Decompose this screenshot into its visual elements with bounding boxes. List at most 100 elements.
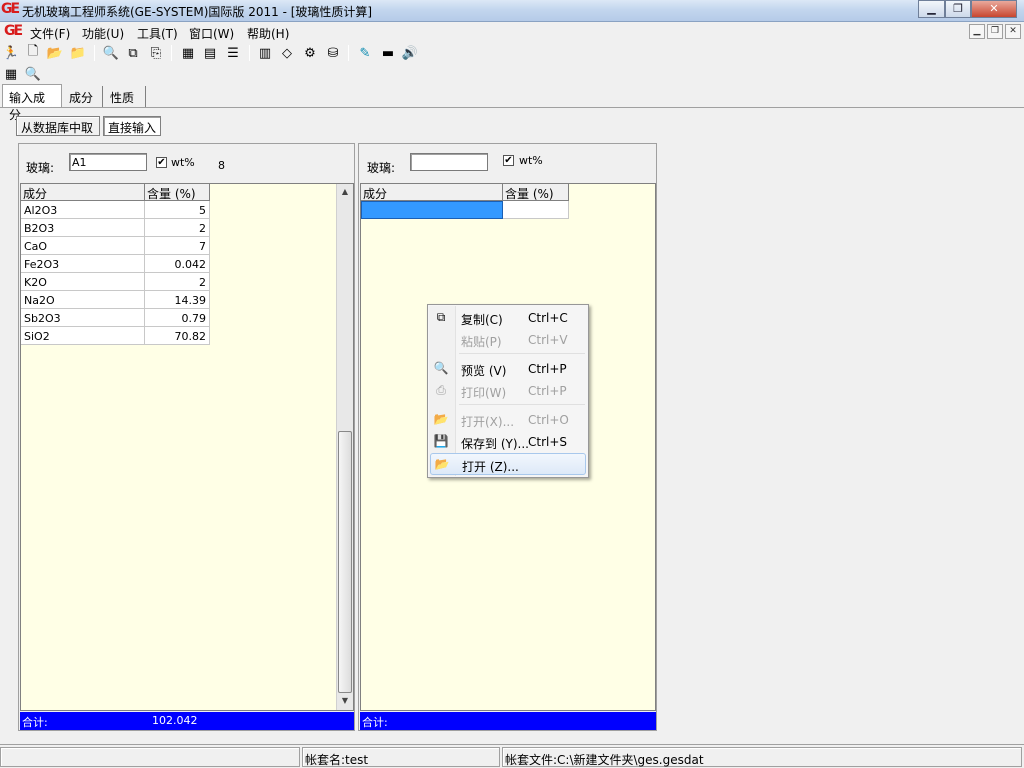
speaker-icon[interactable]: 🔊 [401,44,419,62]
run-icon[interactable]: 🏃 [2,44,20,62]
scroll-down-icon[interactable]: ▼ [337,693,353,709]
save-icon: 💾 [433,434,449,448]
menu-item-preview[interactable]: 🔍 预览 (V) Ctrl+P [430,358,586,380]
open-folder-icon: 📂 [433,412,449,426]
mdi-close-button[interactable]: ✕ [1005,24,1021,39]
scroll-up-icon[interactable]: ▲ [337,184,353,200]
wt-checkbox[interactable]: ✔ [503,155,514,166]
mdi-minimize-button[interactable]: ▁ [969,24,985,39]
table-row[interactable]: Sb2O3 [21,309,145,327]
close-button[interactable]: ✕ [971,0,1017,18]
mdi-logo-icon[interactable]: GE [4,23,23,39]
context-menu: ⧉ 复制(C) Ctrl+C 粘贴(P) Ctrl+V 🔍 预览 (V) Ctr… [427,304,589,478]
menu-item-copy[interactable]: ⧉ 复制(C) Ctrl+C [430,307,586,329]
table-cell[interactable]: 0.79 [145,309,210,327]
table-view-icon[interactable]: ▦ [2,65,20,83]
menu-bar: GE 文件(F) 功能(U) 工具(T) 窗口(W) 帮助(H) [0,22,1024,42]
table-row[interactable]: B2O3 [21,219,145,237]
glass-label: 玻璃: [367,161,396,175]
glass-name-input[interactable] [410,153,488,171]
table-cell[interactable]: 14.39 [145,291,210,309]
open-folder-icon: 📂 [434,457,450,471]
menu-tools[interactable]: 工具(T) [137,25,178,42]
menu-item-save-to[interactable]: 💾 保存到 (Y)... Ctrl+S [430,431,586,453]
tab-composition[interactable]: 成分 [63,86,103,108]
paste-icon [433,332,449,348]
database-export-icon[interactable]: ⎘ [147,44,165,62]
menu-window[interactable]: 窗口(W) [189,25,234,42]
table-cell[interactable]: 70.82 [145,327,210,345]
table-cell[interactable]: 2 [145,273,210,291]
column-header-component[interactable]: 成分 [21,184,145,201]
settings-doc-icon[interactable]: ⚙ [301,44,319,62]
database-search-icon[interactable]: 🔍 [102,44,120,62]
folder-icon[interactable]: 📁 [69,44,87,62]
eraser-icon[interactable]: ◇ [278,44,296,62]
database-copy-icon[interactable]: ⧉ [124,44,142,62]
left-composition-panel: 玻璃: A1 ✔ wt% 8 成分 含量 (%) Al2O3 5 B2O3 2 … [18,143,355,731]
table-row[interactable]: K2O [21,273,145,291]
main-toolbar: 🏃 🗋 📂 📁 🔍 ⧉ ⎘ ▦ ▤ ☰ ▥ ◇ ⚙ ⛁ ✎ ▬ 🔊 [0,42,1024,64]
new-file-icon[interactable]: 🗋 [24,44,42,62]
table-row[interactable]: Al2O3 [21,201,145,219]
table-cell[interactable]: 2 [145,219,210,237]
copy-icon: ⧉ [436,310,446,324]
menu-item-open-z[interactable]: 📂 打开 (Z)... [430,453,586,475]
table-cell[interactable] [503,201,569,219]
from-database-button[interactable]: 从数据库中取 [16,116,100,136]
printer-icon: ⎙ [436,383,446,397]
table-row[interactable]: Fe2O3 [21,255,145,273]
minimize-button[interactable]: ▁ [918,0,945,18]
total-label: 合计: [362,716,388,729]
stack-icon[interactable]: ☰ [224,44,242,62]
table-row[interactable]: CaO [21,237,145,255]
status-bar: 帐套名:test 帐套文件:C:\新建文件夹\ges.gesdat [0,744,1024,768]
open-folder-icon[interactable]: 📂 [46,44,64,62]
total-bar: 合计: [360,712,656,730]
menu-item-paste[interactable]: 粘贴(P) Ctrl+V [430,329,586,351]
database-icon[interactable]: ⛁ [324,44,342,62]
column-header-content[interactable]: 含量 (%) [145,184,210,201]
calculator-icon[interactable]: ▥ [256,44,274,62]
preview-icon: 🔍 [433,361,449,375]
column-header-component[interactable]: 成分 [361,184,503,201]
table-row[interactable]: SiO2 [21,327,145,345]
maximize-button[interactable]: ❐ [945,0,971,18]
scroll-thumb[interactable] [338,431,352,693]
selected-cell[interactable] [361,201,503,219]
table-cell[interactable]: 5 [145,201,210,219]
title-bar: GE 无机玻璃工程师系统(GE-SYSTEM)国际版 2011 - [玻璃性质计… [0,0,1024,22]
edit-icon[interactable]: ✎ [356,44,374,62]
mdi-restore-button[interactable]: ❐ [987,24,1003,39]
restore-icon: ❐ [953,2,963,15]
table-icon[interactable]: ▦ [179,44,197,62]
glass-label: 玻璃: [26,161,55,175]
table-grid-icon[interactable]: ▤ [201,44,219,62]
preview-icon[interactable]: 🔍 [24,65,42,83]
tab-input-composition[interactable]: 输入成分 [2,84,62,122]
ruler-icon[interactable]: ▬ [379,44,397,62]
glass-name-input[interactable]: A1 [69,153,147,171]
wt-label: wt% [171,156,195,169]
total-value: 102.042 [152,714,198,727]
direct-input-button[interactable]: 直接输入 [103,116,161,136]
menu-item-open-x[interactable]: 📂 打开(X)... Ctrl+O [430,409,586,431]
tab-properties[interactable]: 性质 [104,86,146,108]
menu-item-print[interactable]: ⎙ 打印(W) Ctrl+P [430,380,586,402]
total-label: 合计: [22,716,48,729]
table-cell[interactable]: 7 [145,237,210,255]
minimize-icon: ▁ [927,2,936,15]
close-icon: ✕ [989,2,999,15]
table-cell[interactable]: 0.042 [145,255,210,273]
window-title: 无机玻璃工程师系统(GE-SYSTEM)国际版 2011 - [玻璃性质计算] [22,5,373,19]
menu-file[interactable]: 文件(F) [30,25,70,42]
app-logo-icon: GE [1,1,20,17]
wt-checkbox[interactable]: ✔ [156,157,167,168]
column-header-content[interactable]: 含量 (%) [503,184,569,201]
menu-help[interactable]: 帮助(H) [247,25,289,42]
composition-grid[interactable]: 成分 含量 (%) Al2O3 5 B2O3 2 CaO 7 Fe2O3 0.0… [20,183,354,711]
vertical-scrollbar[interactable]: ▲ ▼ [336,184,353,710]
table-row[interactable]: Na2O [21,291,145,309]
wt-label: wt% [519,154,543,167]
menu-function[interactable]: 功能(U) [82,25,124,42]
